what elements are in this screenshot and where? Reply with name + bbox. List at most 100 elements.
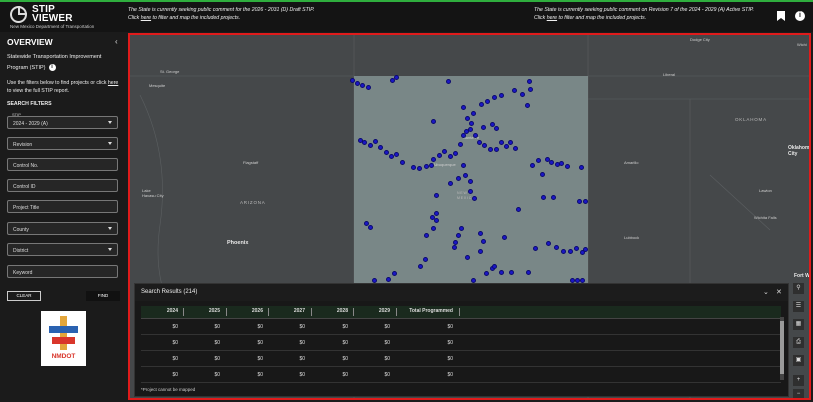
project-marker[interactable] (354, 80, 360, 86)
district-select[interactable]: District (7, 243, 118, 256)
project-marker[interactable] (553, 244, 559, 250)
project-marker[interactable] (399, 159, 405, 165)
project-marker[interactable] (481, 142, 487, 148)
table-row[interactable]: $0 $0 $0 $0 $0 $0 $0 (141, 351, 781, 367)
project-marker[interactable] (460, 162, 466, 168)
zoom-out-icon[interactable]: − (793, 389, 804, 398)
project-marker[interactable] (458, 225, 464, 231)
county-select[interactable]: County (7, 222, 118, 235)
project-marker[interactable] (540, 194, 546, 200)
project-marker[interactable] (564, 163, 570, 169)
control-no-input[interactable]: Control No. (7, 158, 118, 171)
project-marker[interactable] (535, 157, 541, 163)
col-2029[interactable]: 2029 (353, 308, 390, 314)
project-marker[interactable] (455, 175, 461, 181)
project-marker[interactable] (508, 269, 514, 275)
project-marker[interactable] (489, 121, 495, 127)
project-marker[interactable] (433, 217, 439, 223)
table-grid-icon[interactable]: ▦ (793, 319, 804, 330)
project-marker[interactable] (367, 224, 373, 230)
project-marker[interactable] (430, 118, 436, 124)
project-marker[interactable] (462, 172, 468, 178)
col-2024[interactable]: 2024 (141, 308, 178, 314)
project-marker[interactable] (361, 139, 367, 145)
table-row[interactable]: $0 $0 $0 $0 $0 $0 $0 (141, 367, 781, 383)
col-2026[interactable]: 2026 (226, 308, 263, 314)
project-marker[interactable] (359, 82, 365, 88)
project-marker[interactable] (560, 248, 566, 254)
program-info-icon[interactable]: i (48, 64, 56, 72)
project-marker[interactable] (545, 240, 551, 246)
stip-select[interactable]: 2024 - 2029 (A) (7, 116, 118, 129)
project-marker[interactable] (529, 162, 535, 168)
project-marker[interactable] (430, 156, 436, 162)
project-marker[interactable] (480, 124, 486, 130)
project-marker[interactable] (464, 254, 470, 260)
results-scrollbar[interactable] (780, 317, 784, 380)
project-marker[interactable] (452, 150, 458, 156)
project-marker[interactable] (391, 270, 397, 276)
info-icon[interactable]: i (795, 11, 805, 21)
project-marker[interactable] (365, 84, 371, 90)
project-marker[interactable] (491, 94, 497, 100)
project-marker[interactable] (423, 232, 429, 238)
project-marker[interactable] (367, 142, 373, 148)
project-marker[interactable] (372, 138, 378, 144)
project-marker[interactable] (441, 148, 447, 154)
project-marker[interactable] (470, 110, 476, 116)
project-marker[interactable] (480, 238, 486, 244)
project-marker[interactable] (498, 269, 504, 275)
col-2027[interactable]: 2027 (268, 308, 305, 314)
collapse-chevron-icon[interactable]: ‹ (115, 37, 118, 46)
project-marker[interactable] (493, 146, 499, 152)
project-marker[interactable] (573, 245, 579, 251)
project-marker[interactable] (527, 86, 533, 92)
project-marker[interactable] (574, 277, 580, 283)
project-marker[interactable] (385, 276, 391, 282)
project-marker[interactable] (582, 198, 588, 204)
collapse-results-chevron-icon[interactable]: ⌄ (763, 288, 769, 296)
project-marker[interactable] (470, 277, 476, 283)
search-icon[interactable]: ⚲ (793, 283, 804, 294)
table-row[interactable]: $0 $0 $0 $0 $0 $0 $0 (141, 319, 781, 335)
project-marker[interactable] (410, 164, 416, 170)
project-marker[interactable] (349, 77, 355, 83)
table-row[interactable]: $0 $0 $0 $0 $0 $0 $0 (141, 335, 781, 351)
project-marker[interactable] (423, 163, 429, 169)
project-marker[interactable] (576, 198, 582, 204)
project-marker[interactable] (524, 102, 530, 108)
col-2028[interactable]: 2028 (311, 308, 348, 314)
project-marker[interactable] (578, 164, 584, 170)
project-marker[interactable] (417, 263, 423, 269)
project-marker[interactable] (477, 230, 483, 236)
project-marker[interactable] (532, 245, 538, 251)
project-marker[interactable] (436, 152, 442, 158)
project-marker[interactable] (526, 78, 532, 84)
project-marker[interactable] (452, 239, 458, 245)
full-report-link[interactable]: here (108, 80, 118, 86)
project-marker[interactable] (582, 246, 588, 252)
project-marker[interactable] (377, 144, 383, 150)
project-marker[interactable] (569, 277, 575, 283)
project-marker[interactable] (455, 232, 461, 238)
bookmark-icon[interactable] (776, 11, 786, 21)
project-marker[interactable] (501, 234, 507, 240)
project-marker[interactable] (483, 270, 489, 276)
project-marker[interactable] (515, 206, 521, 212)
project-marker[interactable] (447, 153, 453, 159)
close-icon[interactable]: ✕ (776, 288, 782, 296)
project-marker[interactable] (460, 104, 466, 110)
project-marker[interactable] (539, 171, 545, 177)
project-marker[interactable] (472, 132, 478, 138)
find-button[interactable]: FIND (86, 291, 120, 301)
project-marker[interactable] (567, 248, 573, 254)
project-marker[interactable] (416, 165, 422, 171)
print-icon[interactable]: ⎙ (793, 337, 804, 348)
project-marker[interactable] (388, 153, 394, 159)
project-marker[interactable] (579, 277, 585, 283)
basemap-icon[interactable]: ▣ (793, 355, 804, 366)
project-marker[interactable] (393, 151, 399, 157)
project-title-input[interactable]: Project Title (7, 200, 118, 213)
project-marker[interactable] (430, 225, 436, 231)
project-marker[interactable] (507, 139, 513, 145)
